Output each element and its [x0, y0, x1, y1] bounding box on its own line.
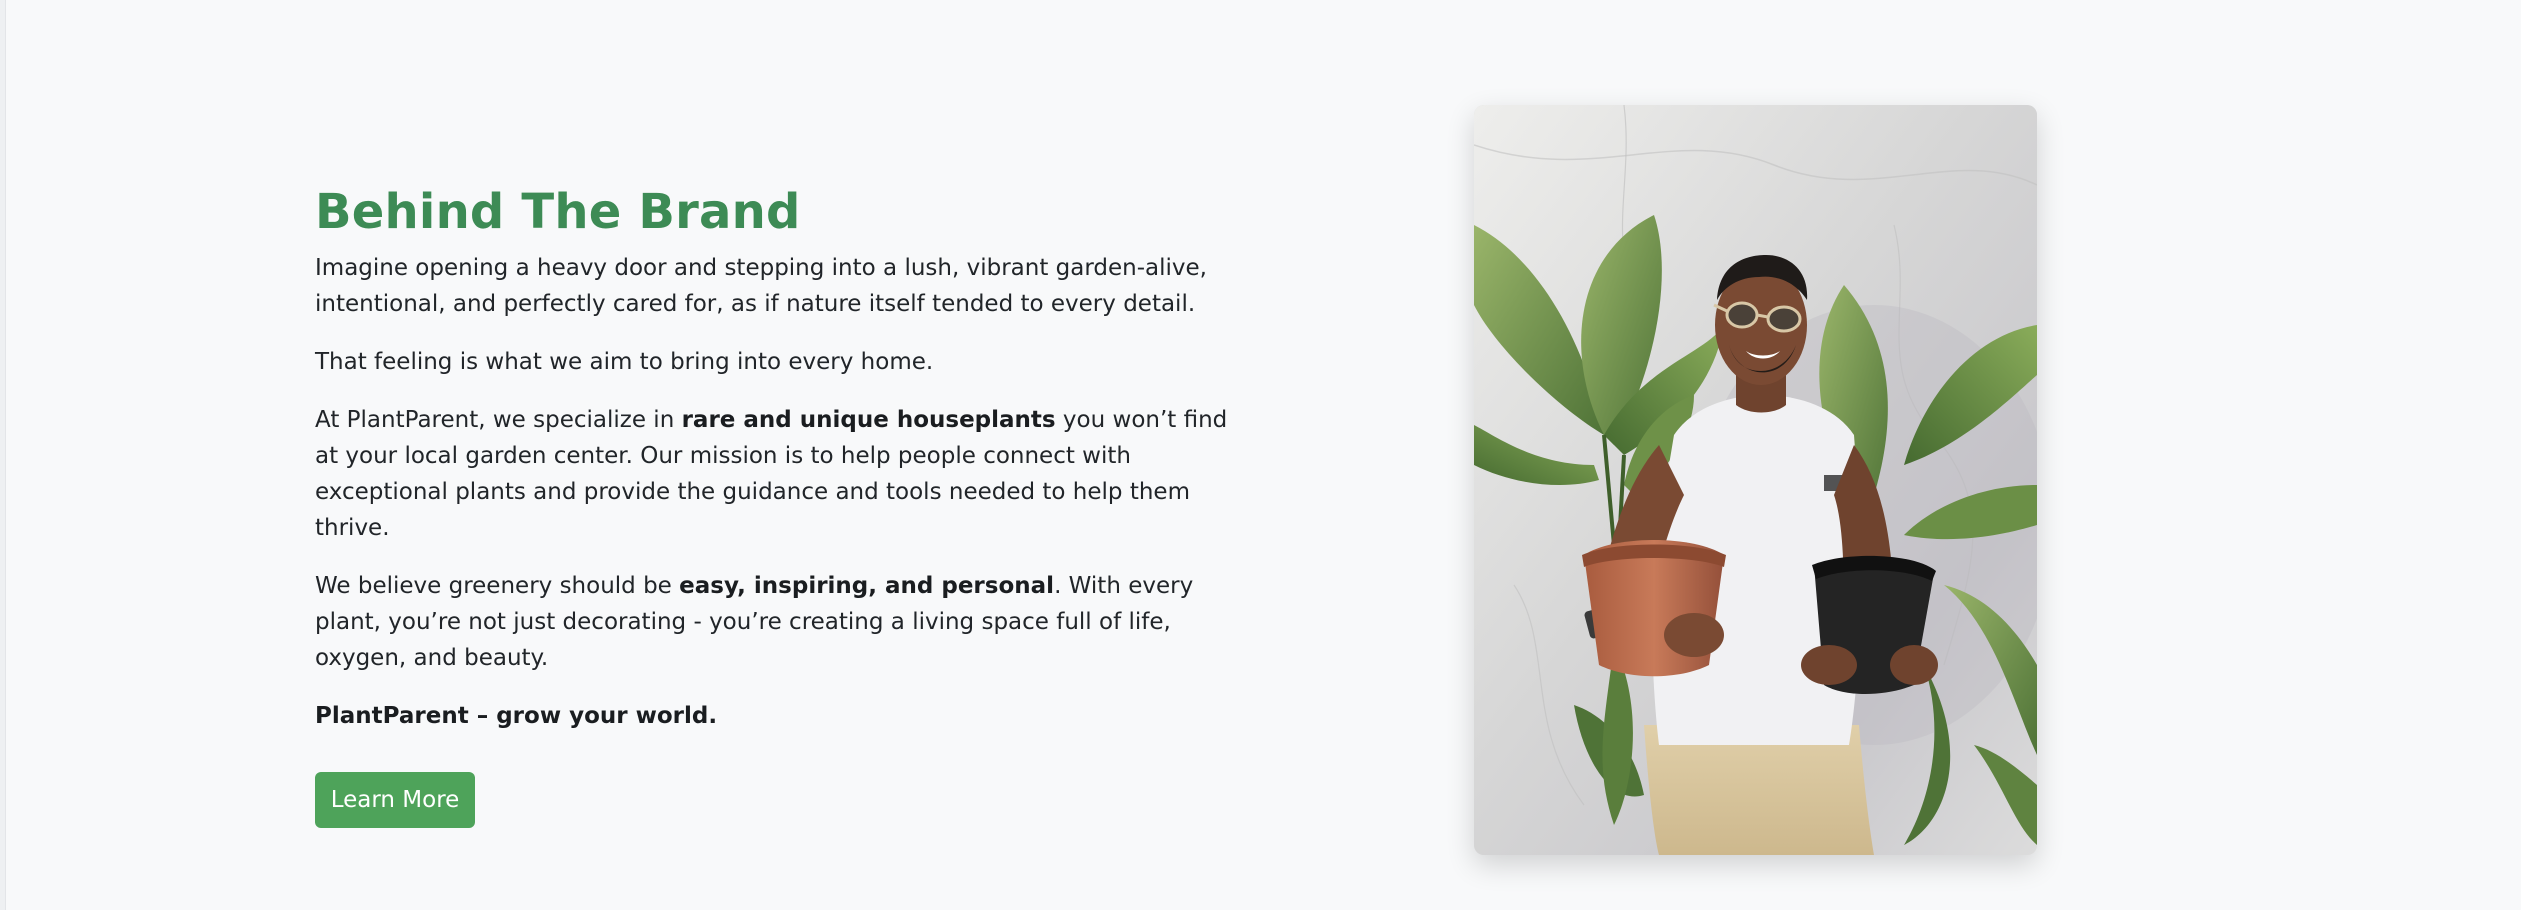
- intro-paragraph: Imagine opening a heavy door and steppin…: [315, 255, 1207, 318]
- learn-more-button[interactable]: Learn More: [315, 772, 475, 829]
- brand-photo: [1474, 105, 2037, 855]
- brand-tagline: PlantParent – grow your world.: [315, 703, 718, 730]
- page-edge: [0, 0, 6, 910]
- plant-man-illustration: [1474, 105, 2037, 855]
- mission-highlight: rare and unique houseplants: [681, 407, 1056, 434]
- mission-paragraph: At PlantParent, we specialize in rare an…: [315, 402, 1255, 546]
- about-section: Behind The Brand Imagine opening a heavy…: [0, 0, 2521, 910]
- mission-text-start: At PlantParent, we specialize in: [315, 407, 682, 434]
- belief-highlight: easy, inspiring, and personal: [679, 573, 1055, 600]
- about-text-column: Behind The Brand Imagine opening a heavy…: [315, 184, 1255, 829]
- belief-text-start: We believe greenery should be: [315, 573, 680, 600]
- section-title: Behind The Brand: [315, 184, 801, 240]
- feeling-paragraph: That feeling is what we aim to bring int…: [315, 349, 934, 376]
- belief-paragraph: We believe greenery should be easy, insp…: [315, 568, 1255, 676]
